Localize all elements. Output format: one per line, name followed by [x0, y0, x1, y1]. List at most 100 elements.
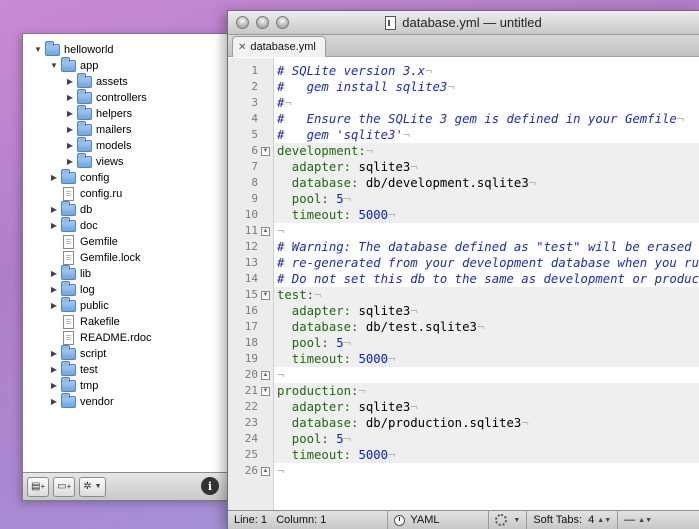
tab-database-yml[interactable]: ✕ database.yml: [232, 36, 326, 57]
code-line: database: db/development.sqlite3¬: [274, 175, 699, 191]
disclosure-closed-icon[interactable]: ▶: [49, 394, 59, 410]
fold-close-icon[interactable]: ▲: [261, 227, 270, 236]
disclosure-closed-icon[interactable]: ▶: [49, 218, 59, 234]
file-tree[interactable]: ▼ helloworld ▼ app ▶ assets ▶ controllers ▶ helpe…: [23, 34, 227, 472]
new-file-button[interactable]: ▤+: [27, 476, 50, 497]
line-number: 13: [244, 256, 258, 269]
tree-folder-row[interactable]: ▶ tmp: [23, 377, 227, 394]
bundle-menu[interactable]: ▼: [489, 511, 526, 529]
code-editor[interactable]: 1 2 3 4 5 6 ▼ 7 8 9 10 11 ▲ 12 13 14 15 ▼ 16 17 18 19 20 ▲ 21 ▼ 22…: [228, 58, 699, 510]
disclosure-closed-icon[interactable]: ▶: [65, 90, 75, 106]
disclosure-closed-icon[interactable]: ▶: [49, 298, 59, 314]
code-token: timeout:: [277, 208, 359, 222]
minimize-window-button[interactable]: [256, 16, 269, 29]
tree-folder-row[interactable]: ▼ helloworld: [23, 41, 227, 58]
tree-folder-row[interactable]: ▶ models: [23, 137, 227, 154]
code-token: adapter:: [277, 304, 359, 318]
line-number: 7: [251, 160, 258, 173]
close-tab-icon[interactable]: ✕: [238, 42, 246, 53]
symbol-value: —: [624, 514, 636, 526]
tree-folder-row[interactable]: ▶ vendor: [23, 393, 227, 410]
tree-folder-row[interactable]: ▶ mailers: [23, 121, 227, 138]
tree-folder-row[interactable]: ▶ public: [23, 297, 227, 314]
line-number: 4: [251, 112, 258, 125]
symbol-selector[interactable]: — ▲▼: [618, 511, 658, 529]
disclosure-closed-icon[interactable]: ▶: [49, 202, 59, 218]
tree-file-row[interactable]: config.ru: [23, 186, 227, 202]
code-line: timeout: 5000¬: [274, 447, 699, 463]
tree-item-label: db: [80, 204, 93, 216]
fold-close-icon[interactable]: ▲: [261, 371, 270, 380]
invisible-char: ¬: [277, 224, 285, 238]
disclosure-closed-icon[interactable]: ▶: [49, 170, 59, 186]
fold-close-icon[interactable]: ▲: [261, 467, 270, 476]
disclosure-closed-icon[interactable]: ▶: [65, 74, 75, 90]
soft-tabs-selector[interactable]: Soft Tabs: 4 ▲▼: [527, 511, 617, 529]
tree-folder-row[interactable]: ▶ doc: [23, 217, 227, 234]
code-token: development:: [277, 144, 366, 158]
invisible-char: ¬: [277, 464, 285, 478]
tree-file-row[interactable]: Gemfile.lock: [23, 250, 227, 266]
tree-folder-row[interactable]: ▶ test: [23, 361, 227, 378]
disclosure-closed-icon[interactable]: ▶: [65, 154, 75, 170]
code-token: database:: [277, 176, 366, 190]
folder-icon: [61, 217, 76, 232]
code-area[interactable]: # SQLite version 3.x¬ # gem install sqlit…: [274, 58, 699, 510]
tree-file-row[interactable]: README.rdoc: [23, 330, 227, 346]
tree-folder-row[interactable]: ▶ lib: [23, 265, 227, 282]
line-number: 10: [244, 208, 258, 221]
code-token: # gem 'sqlite3': [277, 128, 403, 142]
tree-item-label: tmp: [80, 380, 99, 392]
zoom-window-button[interactable]: [276, 16, 289, 29]
code-token: # re-generated from your development dat…: [277, 256, 699, 270]
invisible-char: ¬: [410, 304, 418, 318]
chevron-down-icon: ▼: [94, 483, 102, 490]
new-folder-button[interactable]: ▭+: [53, 476, 76, 497]
action-menu-button[interactable]: ✲ ▼: [79, 476, 106, 497]
tree-folder-row[interactable]: ▶ controllers: [23, 89, 227, 106]
title-bar[interactable]: database.yml — untitled: [228, 11, 699, 35]
tree-file-row[interactable]: Rakefile: [23, 314, 227, 330]
disclosure-closed-icon[interactable]: ▶: [49, 378, 59, 394]
tree-folder-row[interactable]: ▶ log: [23, 281, 227, 298]
code-token: pool:: [277, 336, 337, 350]
invisible-char: ¬: [314, 288, 322, 302]
fold-open-icon[interactable]: ▼: [261, 291, 270, 300]
tree-folder-row[interactable]: ▶ assets: [23, 73, 227, 90]
tree-folder-row[interactable]: ▼ app: [23, 57, 227, 74]
disclosure-closed-icon[interactable]: ▶: [65, 106, 75, 122]
column-label: Column:: [276, 514, 318, 526]
code-line: # gem install sqlite3¬: [274, 79, 699, 95]
info-button[interactable]: i: [201, 477, 219, 495]
fold-open-icon[interactable]: ▼: [261, 387, 270, 396]
disclosure-open-icon[interactable]: ▼: [33, 42, 43, 58]
invisible-char: ¬: [358, 384, 366, 398]
tree-folder-row[interactable]: ▶ views: [23, 153, 227, 170]
tree-item-label: config: [80, 172, 110, 184]
soft-tabs-value: 4: [588, 514, 595, 526]
disclosure-closed-icon[interactable]: ▶: [65, 122, 75, 138]
disclosure-closed-icon[interactable]: ▶: [49, 362, 59, 378]
disclosure-closed-icon[interactable]: ▶: [49, 266, 59, 282]
language-selector[interactable]: YAML: [388, 511, 488, 529]
tree-folder-row[interactable]: ▶ config: [23, 169, 227, 186]
close-window-button[interactable]: [236, 16, 249, 29]
code-line: # Ensure the SQLite 3 gem is defined in …: [274, 111, 699, 127]
invisible-char: ¬: [402, 128, 411, 142]
folder-icon: [77, 73, 92, 88]
disclosure-closed-icon[interactable]: ▶: [49, 346, 59, 362]
cursor-position: Line: 1 Column: 1: [228, 511, 332, 529]
folder-icon: [61, 345, 76, 360]
disclosure-closed-icon[interactable]: ▶: [49, 282, 59, 298]
disclosure-open-icon[interactable]: ▼: [49, 58, 59, 74]
tree-folder-row[interactable]: ▶ db: [23, 201, 227, 218]
tree-folder-row[interactable]: ▶ script: [23, 345, 227, 362]
fold-open-icon[interactable]: ▼: [261, 147, 270, 156]
line-number: 3: [251, 96, 258, 109]
tree-folder-row[interactable]: ▶ helpers: [23, 105, 227, 122]
disclosure-closed-icon[interactable]: ▶: [65, 138, 75, 154]
code-line: adapter: sqlite3¬: [274, 303, 699, 319]
tree-file-row[interactable]: Gemfile: [23, 234, 227, 250]
code-token: # Warning: The database defined as "test…: [277, 240, 699, 254]
